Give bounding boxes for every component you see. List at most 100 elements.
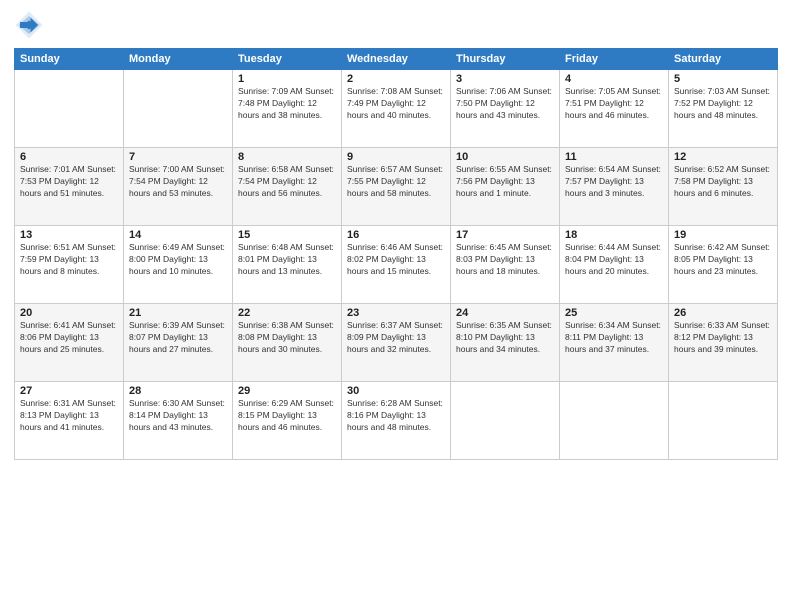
day-number: 11 xyxy=(565,151,663,163)
day-cell: 17Sunrise: 6:45 AM Sunset: 8:03 PM Dayli… xyxy=(451,226,560,304)
day-cell: 4Sunrise: 7:05 AM Sunset: 7:51 PM Daylig… xyxy=(560,70,669,148)
day-number: 25 xyxy=(565,307,663,319)
day-cell: 15Sunrise: 6:48 AM Sunset: 8:01 PM Dayli… xyxy=(233,226,342,304)
day-info: Sunrise: 6:48 AM Sunset: 8:01 PM Dayligh… xyxy=(238,242,336,278)
day-info: Sunrise: 6:37 AM Sunset: 8:09 PM Dayligh… xyxy=(347,320,445,356)
day-number: 28 xyxy=(129,385,227,397)
day-cell: 12Sunrise: 6:52 AM Sunset: 7:58 PM Dayli… xyxy=(669,148,778,226)
day-info: Sunrise: 6:49 AM Sunset: 8:00 PM Dayligh… xyxy=(129,242,227,278)
day-cell xyxy=(124,70,233,148)
day-number: 14 xyxy=(129,229,227,241)
day-info: Sunrise: 7:08 AM Sunset: 7:49 PM Dayligh… xyxy=(347,86,445,122)
day-number: 29 xyxy=(238,385,336,397)
day-cell xyxy=(560,382,669,460)
day-cell: 27Sunrise: 6:31 AM Sunset: 8:13 PM Dayli… xyxy=(15,382,124,460)
day-number: 15 xyxy=(238,229,336,241)
day-number: 9 xyxy=(347,151,445,163)
day-info: Sunrise: 6:54 AM Sunset: 7:57 PM Dayligh… xyxy=(565,164,663,200)
day-number: 26 xyxy=(674,307,772,319)
week-row-2: 6Sunrise: 7:01 AM Sunset: 7:53 PM Daylig… xyxy=(15,148,778,226)
day-cell: 23Sunrise: 6:37 AM Sunset: 8:09 PM Dayli… xyxy=(342,304,451,382)
day-cell: 13Sunrise: 6:51 AM Sunset: 7:59 PM Dayli… xyxy=(15,226,124,304)
day-number: 10 xyxy=(456,151,554,163)
header xyxy=(14,10,778,40)
day-cell: 6Sunrise: 7:01 AM Sunset: 7:53 PM Daylig… xyxy=(15,148,124,226)
day-cell: 24Sunrise: 6:35 AM Sunset: 8:10 PM Dayli… xyxy=(451,304,560,382)
day-number: 20 xyxy=(20,307,118,319)
day-number: 5 xyxy=(674,73,772,85)
day-info: Sunrise: 6:28 AM Sunset: 8:16 PM Dayligh… xyxy=(347,398,445,434)
day-number: 3 xyxy=(456,73,554,85)
day-cell: 20Sunrise: 6:41 AM Sunset: 8:06 PM Dayli… xyxy=(15,304,124,382)
weekday-header-wednesday: Wednesday xyxy=(342,49,451,70)
day-info: Sunrise: 6:58 AM Sunset: 7:54 PM Dayligh… xyxy=(238,164,336,200)
week-row-4: 20Sunrise: 6:41 AM Sunset: 8:06 PM Dayli… xyxy=(15,304,778,382)
day-number: 19 xyxy=(674,229,772,241)
day-cell xyxy=(15,70,124,148)
day-cell: 10Sunrise: 6:55 AM Sunset: 7:56 PM Dayli… xyxy=(451,148,560,226)
day-info: Sunrise: 6:45 AM Sunset: 8:03 PM Dayligh… xyxy=(456,242,554,278)
day-cell: 22Sunrise: 6:38 AM Sunset: 8:08 PM Dayli… xyxy=(233,304,342,382)
weekday-header-monday: Monday xyxy=(124,49,233,70)
day-number: 13 xyxy=(20,229,118,241)
day-cell: 30Sunrise: 6:28 AM Sunset: 8:16 PM Dayli… xyxy=(342,382,451,460)
logo-icon xyxy=(14,10,44,40)
day-cell: 9Sunrise: 6:57 AM Sunset: 7:55 PM Daylig… xyxy=(342,148,451,226)
week-row-5: 27Sunrise: 6:31 AM Sunset: 8:13 PM Dayli… xyxy=(15,382,778,460)
day-cell: 16Sunrise: 6:46 AM Sunset: 8:02 PM Dayli… xyxy=(342,226,451,304)
day-cell: 3Sunrise: 7:06 AM Sunset: 7:50 PM Daylig… xyxy=(451,70,560,148)
day-info: Sunrise: 6:57 AM Sunset: 7:55 PM Dayligh… xyxy=(347,164,445,200)
day-info: Sunrise: 7:05 AM Sunset: 7:51 PM Dayligh… xyxy=(565,86,663,122)
day-info: Sunrise: 6:46 AM Sunset: 8:02 PM Dayligh… xyxy=(347,242,445,278)
day-number: 12 xyxy=(674,151,772,163)
day-cell: 28Sunrise: 6:30 AM Sunset: 8:14 PM Dayli… xyxy=(124,382,233,460)
day-number: 30 xyxy=(347,385,445,397)
day-number: 24 xyxy=(456,307,554,319)
day-cell: 11Sunrise: 6:54 AM Sunset: 7:57 PM Dayli… xyxy=(560,148,669,226)
day-info: Sunrise: 7:06 AM Sunset: 7:50 PM Dayligh… xyxy=(456,86,554,122)
day-cell: 29Sunrise: 6:29 AM Sunset: 8:15 PM Dayli… xyxy=(233,382,342,460)
day-info: Sunrise: 6:33 AM Sunset: 8:12 PM Dayligh… xyxy=(674,320,772,356)
day-number: 23 xyxy=(347,307,445,319)
day-number: 4 xyxy=(565,73,663,85)
day-cell: 21Sunrise: 6:39 AM Sunset: 8:07 PM Dayli… xyxy=(124,304,233,382)
day-number: 8 xyxy=(238,151,336,163)
day-info: Sunrise: 6:30 AM Sunset: 8:14 PM Dayligh… xyxy=(129,398,227,434)
weekday-header-thursday: Thursday xyxy=(451,49,560,70)
day-info: Sunrise: 6:31 AM Sunset: 8:13 PM Dayligh… xyxy=(20,398,118,434)
weekday-header-friday: Friday xyxy=(560,49,669,70)
day-info: Sunrise: 6:52 AM Sunset: 7:58 PM Dayligh… xyxy=(674,164,772,200)
day-number: 18 xyxy=(565,229,663,241)
day-cell: 1Sunrise: 7:09 AM Sunset: 7:48 PM Daylig… xyxy=(233,70,342,148)
day-number: 16 xyxy=(347,229,445,241)
day-cell: 5Sunrise: 7:03 AM Sunset: 7:52 PM Daylig… xyxy=(669,70,778,148)
weekday-header-row: SundayMondayTuesdayWednesdayThursdayFrid… xyxy=(15,49,778,70)
weekday-header-sunday: Sunday xyxy=(15,49,124,70)
day-info: Sunrise: 6:44 AM Sunset: 8:04 PM Dayligh… xyxy=(565,242,663,278)
weekday-header-tuesday: Tuesday xyxy=(233,49,342,70)
day-info: Sunrise: 6:51 AM Sunset: 7:59 PM Dayligh… xyxy=(20,242,118,278)
day-info: Sunrise: 6:42 AM Sunset: 8:05 PM Dayligh… xyxy=(674,242,772,278)
day-cell: 8Sunrise: 6:58 AM Sunset: 7:54 PM Daylig… xyxy=(233,148,342,226)
day-number: 22 xyxy=(238,307,336,319)
weekday-header-saturday: Saturday xyxy=(669,49,778,70)
day-cell: 19Sunrise: 6:42 AM Sunset: 8:05 PM Dayli… xyxy=(669,226,778,304)
week-row-3: 13Sunrise: 6:51 AM Sunset: 7:59 PM Dayli… xyxy=(15,226,778,304)
day-info: Sunrise: 6:29 AM Sunset: 8:15 PM Dayligh… xyxy=(238,398,336,434)
day-info: Sunrise: 6:34 AM Sunset: 8:11 PM Dayligh… xyxy=(565,320,663,356)
day-info: Sunrise: 6:35 AM Sunset: 8:10 PM Dayligh… xyxy=(456,320,554,356)
day-cell: 7Sunrise: 7:00 AM Sunset: 7:54 PM Daylig… xyxy=(124,148,233,226)
day-info: Sunrise: 7:01 AM Sunset: 7:53 PM Dayligh… xyxy=(20,164,118,200)
day-number: 7 xyxy=(129,151,227,163)
day-info: Sunrise: 7:09 AM Sunset: 7:48 PM Dayligh… xyxy=(238,86,336,122)
day-cell xyxy=(451,382,560,460)
week-row-1: 1Sunrise: 7:09 AM Sunset: 7:48 PM Daylig… xyxy=(15,70,778,148)
day-cell: 14Sunrise: 6:49 AM Sunset: 8:00 PM Dayli… xyxy=(124,226,233,304)
day-cell: 26Sunrise: 6:33 AM Sunset: 8:12 PM Dayli… xyxy=(669,304,778,382)
day-info: Sunrise: 7:03 AM Sunset: 7:52 PM Dayligh… xyxy=(674,86,772,122)
page: SundayMondayTuesdayWednesdayThursdayFrid… xyxy=(0,0,792,612)
day-number: 17 xyxy=(456,229,554,241)
day-info: Sunrise: 7:00 AM Sunset: 7:54 PM Dayligh… xyxy=(129,164,227,200)
day-info: Sunrise: 6:41 AM Sunset: 8:06 PM Dayligh… xyxy=(20,320,118,356)
logo xyxy=(14,10,48,40)
